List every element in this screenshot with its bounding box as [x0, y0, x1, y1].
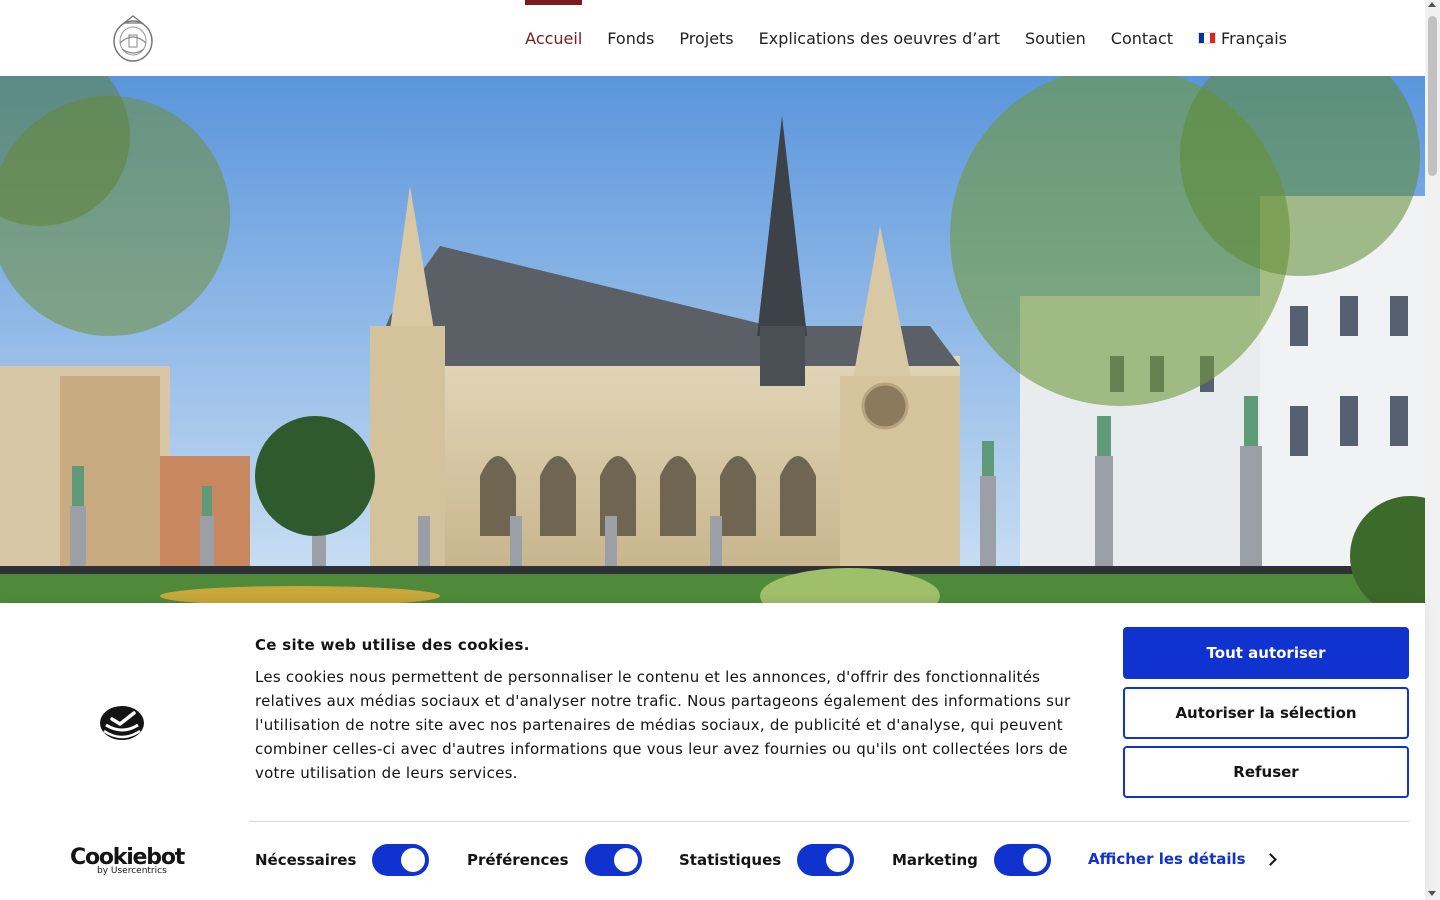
scroll-thumb[interactable]: [1428, 16, 1437, 176]
toggle-group-marketing: Marketing: [892, 844, 1051, 876]
allow-selection-button[interactable]: Autoriser la sélection: [1123, 687, 1409, 739]
allow-all-button[interactable]: Tout autoriser: [1123, 627, 1409, 679]
toggle-label-statistiques: Statistiques: [679, 851, 782, 869]
toggle-group-statistiques: Statistiques: [679, 844, 855, 876]
refuse-button[interactable]: Refuser: [1123, 746, 1409, 798]
language-label: Français: [1221, 28, 1287, 48]
cookie-title: Ce site web utilise des cookies.: [255, 636, 530, 654]
nav-item-projets[interactable]: Projets: [679, 0, 733, 76]
page-scrollbar[interactable]: [1425, 0, 1440, 900]
cookie-consent-banner: Cookiebot by Usercentrics Ce site web ut…: [0, 603, 1425, 900]
scroll-up-arrow-icon[interactable]: [1428, 2, 1436, 7]
nav-item-accueil[interactable]: Accueil: [525, 0, 583, 76]
nav-item-explications[interactable]: Explications des oeuvres d’art: [759, 0, 1000, 76]
toggle-label-preferences: Préférences: [467, 851, 569, 869]
nav-item-soutien[interactable]: Soutien: [1025, 0, 1086, 76]
hero-image: [0, 76, 1425, 603]
toggle-label-necessaires: Nécessaires: [255, 851, 357, 869]
nav-item-contact[interactable]: Contact: [1111, 0, 1173, 76]
cookiebot-brand[interactable]: Cookiebot by Usercentrics: [70, 845, 185, 876]
toggle-label-marketing: Marketing: [892, 851, 978, 869]
show-details-link[interactable]: Afficher les détails: [1088, 850, 1277, 868]
chevron-right-icon: [1263, 852, 1277, 866]
language-selector[interactable]: Français: [1198, 0, 1287, 76]
cookie-divider: [249, 821, 1409, 822]
toggle-marketing[interactable]: [993, 844, 1051, 876]
toggle-preferences[interactable]: [584, 844, 642, 876]
flag-fr-icon: [1198, 32, 1217, 44]
toggle-group-necessaires: Nécessaires: [255, 844, 430, 876]
nav-item-fonds[interactable]: Fonds: [607, 0, 654, 76]
cookiebot-icon: [98, 703, 146, 747]
site-header: Accueil Fonds Projets Explications des o…: [0, 0, 1425, 76]
scroll-down-arrow-icon[interactable]: [1428, 891, 1436, 896]
toggle-necessaires[interactable]: [372, 844, 430, 876]
toggle-statistiques[interactable]: [797, 844, 855, 876]
site-logo[interactable]: [110, 13, 156, 65]
cookie-description: Les cookies nous permettent de personnal…: [255, 668, 1071, 782]
toggle-group-preferences: Préférences: [467, 844, 642, 876]
main-nav: Accueil Fonds Projets Explications des o…: [500, 0, 1287, 76]
